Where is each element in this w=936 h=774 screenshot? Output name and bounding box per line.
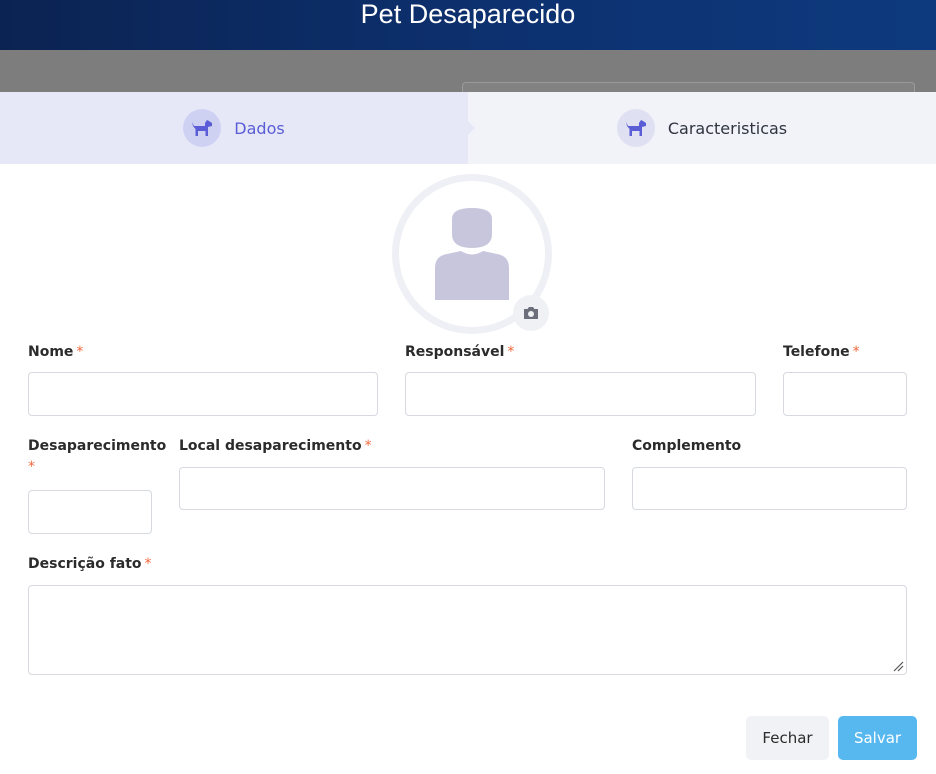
required-mark: *	[852, 344, 860, 360]
tab-dados[interactable]: Dados	[0, 92, 468, 164]
tab-caracteristicas-label: Caracteristicas	[667, 118, 788, 138]
required-mark: *	[364, 438, 372, 454]
user-placeholder-icon	[435, 208, 509, 300]
required-mark: *	[507, 344, 515, 360]
complemento-label: Complemento	[632, 438, 742, 454]
local-desaparecimento-input[interactable]	[179, 467, 605, 510]
telefone-input[interactable]	[783, 372, 907, 416]
tab-dados-label: Dados	[234, 118, 285, 138]
responsavel-input[interactable]	[405, 372, 756, 416]
upload-photo-button[interactable]	[513, 295, 549, 331]
local-desaparecimento-label: Local desaparecimento *	[179, 438, 372, 454]
tab-caracteristicas[interactable]: Caracteristicas	[468, 92, 936, 164]
modal-title: Pet Desaparecido	[360, 0, 576, 29]
descricao-fato-textarea[interactable]	[28, 585, 907, 675]
required-mark: *	[28, 459, 35, 475]
required-mark: *	[76, 344, 84, 360]
desaparecimento-label: Desaparecimento	[28, 438, 167, 454]
desaparecimento-input[interactable]	[28, 490, 152, 534]
required-mark: *	[144, 556, 152, 572]
step-arrow	[468, 121, 475, 135]
responsavel-label: Responsável *	[405, 344, 515, 360]
salvar-button[interactable]: Salvar	[838, 716, 917, 760]
telefone-label: Telefone *	[783, 344, 860, 360]
dog-icon	[183, 109, 222, 147]
nome-label: Nome *	[28, 344, 84, 360]
resize-handle-icon[interactable]	[892, 660, 904, 672]
camera-icon	[524, 307, 538, 319]
fechar-button[interactable]: Fechar	[746, 716, 829, 760]
dog-icon	[616, 109, 655, 147]
nome-input[interactable]	[28, 372, 378, 416]
modal-header: Pet Desaparecido	[0, 0, 936, 50]
descricao-fato-label: Descrição fato *	[28, 556, 152, 572]
complemento-input[interactable]	[632, 467, 907, 510]
